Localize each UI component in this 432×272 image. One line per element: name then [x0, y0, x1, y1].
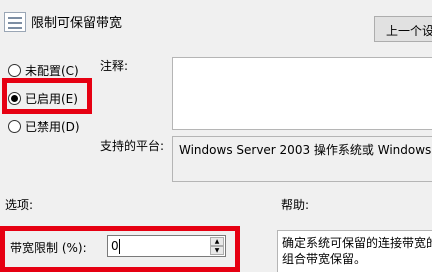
platform-value: Windows Server 2003 操作系统或 Windows X [179, 143, 432, 157]
radio-disabled-label: 已禁用(D) [25, 120, 80, 134]
options-section-label: 选项: [5, 198, 34, 212]
help-section-label: 帮助: [281, 198, 310, 212]
radio-disabled[interactable]: 已禁用(D) [8, 118, 80, 135]
help-line-2: 组合带宽保留。 [282, 252, 367, 266]
comment-label: 注释: [100, 59, 129, 73]
window-title: 限制可保留带宽 [31, 16, 123, 31]
highlight-box-enabled [2, 78, 92, 114]
radio-circle-icon[interactable] [8, 120, 21, 133]
platform-label: 支持的平台: [100, 139, 165, 153]
policy-icon [4, 12, 26, 32]
radio-circle-icon[interactable] [8, 64, 21, 77]
help-textbox: 确定系统可保留的连接带宽的 组合带宽保留。 [277, 230, 432, 272]
previous-setting-button[interactable]: 上一个设 [374, 16, 432, 42]
comment-textarea[interactable] [172, 57, 432, 130]
radio-not-configured-label: 未配置(C) [25, 64, 79, 78]
platform-field: Windows Server 2003 操作系统或 Windows X [172, 136, 432, 182]
help-line-1: 确定系统可保留的连接带宽的 [282, 236, 432, 250]
radio-not-configured[interactable]: 未配置(C) [8, 62, 79, 79]
highlight-box-bandwidth [0, 226, 240, 272]
